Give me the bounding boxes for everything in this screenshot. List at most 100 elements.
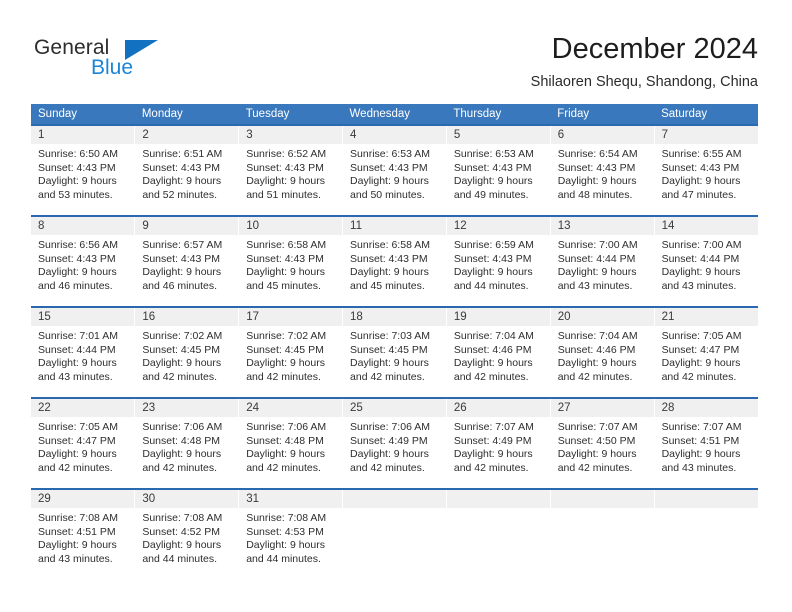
- day-number: 29: [31, 490, 135, 508]
- day-details: Sunrise: 7:07 AM Sunset: 4:51 PM Daylight:…: [655, 417, 758, 475]
- sunset-text: Sunset: 4:46 PM: [453, 343, 532, 356]
- calendar-day-cell[interactable]: 2 Sunrise: 6:51 AM Sunset: 4:43 PM Daylight…: [134, 124, 240, 216]
- day-details: Sunrise: 6:58 AM Sunset: 4:43 PM Daylight:…: [239, 235, 342, 293]
- calendar-day-cell[interactable]: 21 Sunrise: 7:05 AM Sunset: 4:47 PM Dayligh…: [654, 306, 758, 398]
- calendar-day-cell[interactable]: 5 Sunrise: 6:53 AM Sunset: 4:43 PM Daylight…: [446, 124, 551, 216]
- calendar-day-cell[interactable]: 6 Sunrise: 6:54 AM Sunset: 4:43 PM Daylight…: [550, 124, 655, 216]
- calendar-day-cell[interactable]: 27 Sunrise: 7:07 AM Sunset: 4:50 PM Dayligh…: [550, 397, 655, 489]
- sunset-text: Sunset: 4:43 PM: [142, 161, 220, 174]
- weekday-header-sunday: Sunday: [31, 104, 135, 125]
- daylight-text-line2: and 46 minutes.: [38, 279, 113, 292]
- day-details: Sunrise: 6:56 AM Sunset: 4:43 PM Daylight:…: [31, 235, 134, 293]
- sunset-text: Sunset: 4:44 PM: [38, 343, 116, 356]
- sunset-text: Sunset: 4:44 PM: [557, 252, 636, 265]
- daylight-text-line1: Daylight: 9 hours: [142, 448, 222, 461]
- day-number: 9: [135, 217, 239, 235]
- general-blue-logo[interactable]: General Blue: [34, 36, 244, 88]
- day-details: Sunrise: 7:06 AM Sunset: 4:48 PM Daylight:…: [239, 417, 342, 475]
- daylight-text-line2: and 52 minutes.: [142, 188, 218, 201]
- day-details: Sunrise: 7:03 AM Sunset: 4:45 PM Daylight:…: [343, 326, 446, 384]
- day-number: 12: [446, 217, 550, 235]
- calendar-day-cell[interactable]: 26 Sunrise: 7:07 AM Sunset: 4:49 PM Dayligh…: [446, 397, 551, 489]
- calendar-day-cell[interactable]: 1 Sunrise: 6:50 AM Sunset: 4:43 PM Daylight…: [31, 124, 136, 216]
- calendar-day-cell[interactable]: 22 Sunrise: 7:05 AM Sunset: 4:47 PM Dayligh…: [31, 397, 136, 489]
- calendar-day-cell[interactable]: 11 Sunrise: 6:58 AM Sunset: 4:43 PM Dayligh…: [342, 215, 447, 307]
- sunset-text: Sunset: 4:53 PM: [246, 525, 324, 538]
- calendar-day-cell[interactable]: 31 Sunrise: 7:08 AM Sunset: 4:53 PM Dayligh…: [238, 488, 344, 579]
- page-subtitle: Shilaoren Shequ, Shandong, China: [530, 74, 758, 90]
- calendar-day-cell[interactable]: 16 Sunrise: 7:02 AM Sunset: 4:45 PM Dayligh…: [134, 306, 240, 398]
- calendar-day-cell[interactable]: 9 Sunrise: 6:57 AM Sunset: 4:43 PM Daylight…: [134, 215, 240, 307]
- sunset-text: Sunset: 4:43 PM: [557, 161, 636, 174]
- daylight-text-line2: and 42 minutes.: [142, 461, 218, 474]
- calendar-day-cell[interactable]: 8 Sunrise: 6:56 AM Sunset: 4:43 PM Daylight…: [31, 215, 136, 307]
- day-number: 22: [31, 399, 135, 417]
- sunrise-text: Sunrise: 7:08 AM: [38, 512, 118, 524]
- daylight-text-line2: and 48 minutes.: [557, 188, 633, 201]
- page-title: December 2024: [551, 33, 758, 65]
- sunrise-text: Sunrise: 6:58 AM: [246, 239, 327, 251]
- calendar-day-cell[interactable]: 10 Sunrise: 6:58 AM Sunset: 4:43 PM Dayligh…: [238, 215, 344, 307]
- day-number: [550, 490, 654, 508]
- sunrise-text: Sunrise: 6:52 AM: [246, 148, 327, 160]
- daylight-text-line1: Daylight: 9 hours: [661, 175, 741, 188]
- sunset-text: Sunset: 4:48 PM: [246, 434, 324, 447]
- calendar-day-cell[interactable]: 18 Sunrise: 7:03 AM Sunset: 4:45 PM Dayligh…: [342, 306, 447, 398]
- day-number: 1: [31, 126, 135, 144]
- sunset-text: Sunset: 4:43 PM: [350, 161, 428, 174]
- calendar-day-cell[interactable]: 4 Sunrise: 6:53 AM Sunset: 4:43 PM Daylight…: [342, 124, 447, 216]
- daylight-text-line2: and 43 minutes.: [38, 552, 113, 565]
- day-details: Sunrise: 6:52 AM Sunset: 4:43 PM Daylight:…: [239, 144, 342, 202]
- daylight-text-line1: Daylight: 9 hours: [557, 448, 637, 461]
- daylight-text-line2: and 43 minutes.: [661, 279, 737, 292]
- sunset-text: Sunset: 4:45 PM: [142, 343, 220, 356]
- sunset-text: Sunset: 4:43 PM: [38, 161, 116, 174]
- daylight-text-line1: Daylight: 9 hours: [142, 266, 222, 279]
- calendar-day-cell[interactable]: 24 Sunrise: 7:06 AM Sunset: 4:48 PM Dayligh…: [238, 397, 344, 489]
- sunrise-text: Sunrise: 7:07 AM: [661, 421, 742, 433]
- sunset-text: Sunset: 4:50 PM: [557, 434, 636, 447]
- day-details: Sunrise: 6:58 AM Sunset: 4:43 PM Daylight:…: [343, 235, 446, 293]
- sunrise-text: Sunrise: 7:03 AM: [350, 330, 430, 342]
- calendar-day-cell[interactable]: 25 Sunrise: 7:06 AM Sunset: 4:49 PM Dayligh…: [342, 397, 447, 489]
- daylight-text-line1: Daylight: 9 hours: [246, 448, 325, 461]
- calendar-day-cell[interactable]: 3 Sunrise: 6:52 AM Sunset: 4:43 PM Daylight…: [238, 124, 344, 216]
- day-number: 28: [654, 399, 758, 417]
- calendar-day-cell[interactable]: 17 Sunrise: 7:02 AM Sunset: 4:45 PM Dayligh…: [238, 306, 344, 398]
- calendar-day-cell[interactable]: 20 Sunrise: 7:04 AM Sunset: 4:46 PM Dayligh…: [550, 306, 655, 398]
- calendar-day-cell[interactable]: 13 Sunrise: 7:00 AM Sunset: 4:44 PM Dayligh…: [550, 215, 655, 307]
- day-details: [447, 508, 550, 512]
- sunrise-text: Sunrise: 7:00 AM: [557, 239, 638, 251]
- daylight-text-line2: and 42 minutes.: [142, 370, 218, 383]
- daylight-text-line1: Daylight: 9 hours: [557, 175, 637, 188]
- calendar-day-cell[interactable]: 7 Sunrise: 6:55 AM Sunset: 4:43 PM Daylight…: [654, 124, 758, 216]
- sunset-text: Sunset: 4:47 PM: [661, 343, 740, 356]
- sunset-text: Sunset: 4:43 PM: [246, 161, 324, 174]
- daylight-text-line2: and 53 minutes.: [38, 188, 113, 201]
- day-details: [343, 508, 446, 512]
- calendar-day-cell[interactable]: 29 Sunrise: 7:08 AM Sunset: 4:51 PM Dayligh…: [31, 488, 136, 579]
- daylight-text-line1: Daylight: 9 hours: [142, 175, 222, 188]
- calendar-day-cell[interactable]: 23 Sunrise: 7:06 AM Sunset: 4:48 PM Dayligh…: [134, 397, 240, 489]
- page-header: General Blue December 2024 Shilaoren She…: [0, 0, 792, 100]
- calendar-day-cell[interactable]: 15 Sunrise: 7:01 AM Sunset: 4:44 PM Dayligh…: [31, 306, 136, 398]
- daylight-text-line1: Daylight: 9 hours: [557, 357, 637, 370]
- day-number: 21: [654, 308, 758, 326]
- calendar-day-cell[interactable]: 19 Sunrise: 7:04 AM Sunset: 4:46 PM Dayligh…: [446, 306, 551, 398]
- daylight-text-line2: and 43 minutes.: [661, 461, 737, 474]
- calendar-week-row: 1 Sunrise: 6:50 AM Sunset: 4:43 PM Daylight…: [31, 124, 758, 216]
- calendar-day-cell[interactable]: 30 Sunrise: 7:08 AM Sunset: 4:52 PM Dayligh…: [134, 488, 240, 579]
- day-details: [655, 508, 758, 512]
- daylight-text-line1: Daylight: 9 hours: [38, 357, 117, 370]
- daylight-text-line2: and 42 minutes.: [557, 370, 633, 383]
- daylight-text-line1: Daylight: 9 hours: [453, 448, 533, 461]
- daylight-text-line2: and 42 minutes.: [453, 370, 529, 383]
- calendar-day-cell[interactable]: 12 Sunrise: 6:59 AM Sunset: 4:43 PM Dayligh…: [446, 215, 551, 307]
- day-number: 23: [135, 399, 239, 417]
- sunrise-text: Sunrise: 6:50 AM: [38, 148, 118, 160]
- calendar-day-cell[interactable]: 14 Sunrise: 7:00 AM Sunset: 4:44 PM Dayligh…: [654, 215, 758, 307]
- day-details: Sunrise: 7:06 AM Sunset: 4:49 PM Daylight:…: [343, 417, 446, 475]
- sunrise-sunset-calendar: Sunday Monday Tuesday Wednesday Thursday…: [31, 104, 758, 579]
- day-details: Sunrise: 6:50 AM Sunset: 4:43 PM Daylight:…: [31, 144, 134, 202]
- calendar-day-cell[interactable]: 28 Sunrise: 7:07 AM Sunset: 4:51 PM Dayligh…: [654, 397, 758, 489]
